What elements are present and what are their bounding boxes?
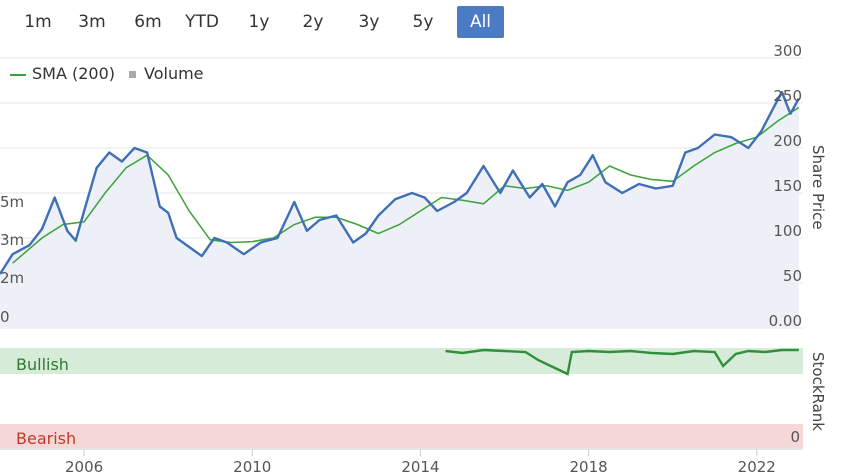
price-tick-label: 200 — [773, 132, 802, 150]
share-price-axis-title: Share Price — [809, 145, 827, 230]
stockrank-tick-label: 0 — [790, 428, 800, 446]
x-tick-label: 2022 — [738, 458, 776, 476]
price-tick-label: 100 — [773, 222, 802, 240]
price-tick-label: 0.00 — [769, 312, 802, 330]
bullish-label: Bullish — [16, 355, 69, 374]
price-chart: Bullish Bearish 0 StockRank 300 250 200 150 100… — [0, 42, 827, 476]
stockrank-panel: Bullish Bearish 0 StockRank — [0, 348, 827, 448]
stockrank-axis-title: StockRank — [809, 352, 827, 431]
x-tick-label: 2018 — [569, 458, 607, 476]
x-tick-label: 2006 — [65, 458, 103, 476]
price-area-fill — [0, 92, 799, 328]
bearish-band — [0, 424, 803, 448]
price-tick-label: 150 — [773, 177, 802, 195]
price-tick-label: 50 — [783, 267, 802, 285]
bearish-label: Bearish — [16, 429, 76, 448]
x-tick-label: 2010 — [233, 458, 271, 476]
price-tick-label: 300 — [773, 42, 802, 60]
price-area — [0, 91, 800, 328]
volume-tick-label: 5m — [0, 193, 24, 211]
volume-tick-label: 0 — [0, 308, 10, 326]
x-tick-label: 2014 — [401, 458, 439, 476]
price-tick-label: 250 — [773, 87, 802, 105]
volume-tick-label: 3m — [0, 231, 24, 249]
volume-tick-label: 2m — [0, 269, 24, 287]
